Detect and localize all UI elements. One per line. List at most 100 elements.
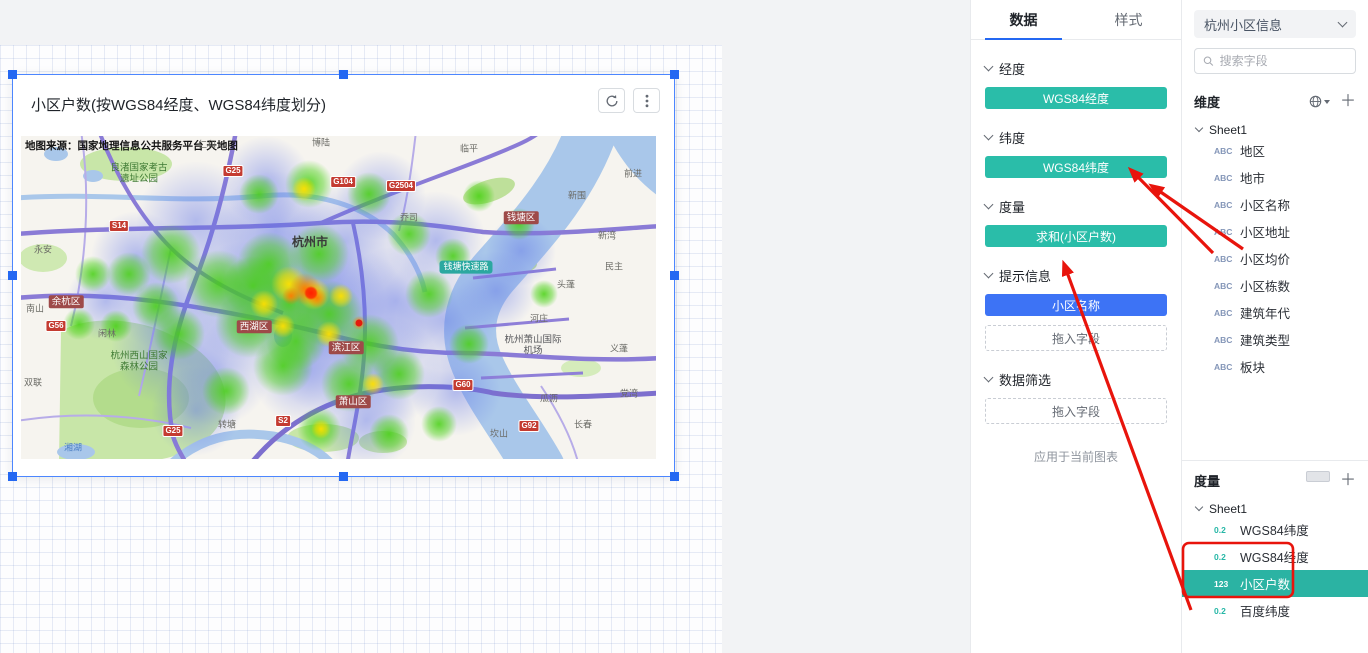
resize-handle[interactable] [8, 472, 17, 481]
map-label: 博陆 [312, 138, 330, 149]
chevron-down-icon [1195, 503, 1203, 511]
dimension-field[interactable]: ABC地区 [1194, 137, 1356, 164]
tooltip-dropzone[interactable]: 拖入字段 [985, 325, 1167, 351]
map-label: 头蓬 [557, 280, 575, 291]
map-label: G2504 [386, 180, 416, 192]
section-measure[interactable]: 度量 [985, 197, 1167, 216]
search-input[interactable] [1220, 54, 1347, 68]
map-label: 新湾 [598, 231, 616, 242]
panel-divider [1182, 460, 1368, 461]
map-label: 钱塘区 [504, 211, 539, 224]
resize-handle[interactable] [670, 472, 679, 481]
longitude-field-pill[interactable]: WGS84经度 [985, 87, 1167, 109]
map-label: 南山 [26, 304, 44, 315]
map-label: 民主 [605, 262, 623, 273]
dashboard-canvas[interactable]: 小区户数(按WGS84经度、WGS84纬度划分) [0, 0, 970, 653]
map-label: 永安 [34, 245, 52, 256]
map-label: 前进 [624, 169, 642, 180]
section-latitude[interactable]: 纬度 [985, 128, 1167, 147]
chevron-down-icon [1195, 124, 1203, 132]
map-label: G25 [162, 425, 183, 437]
filter-dropzone[interactable]: 拖入字段 [985, 398, 1167, 424]
tab-style[interactable]: 样式 [1076, 0, 1181, 39]
section-tooltip[interactable]: 提示信息 [985, 266, 1167, 285]
search-icon [1203, 55, 1214, 67]
more-menu-button[interactable] [633, 88, 660, 113]
dimensions-title: 维度 [1194, 92, 1220, 111]
refresh-icon [605, 94, 619, 108]
panel-splitter-handle[interactable] [1306, 471, 1330, 482]
map-label: 双联 [24, 378, 42, 389]
map-label: 坎山 [490, 429, 508, 440]
dimension-field[interactable]: ABC建筑类型 [1194, 326, 1356, 353]
map-label: 仁和 [198, 140, 216, 151]
dataset-selector[interactable]: 杭州小区信息 [1194, 10, 1356, 38]
geo-type-button[interactable] [1309, 95, 1330, 108]
dimension-field[interactable]: ABC小区地址 [1194, 218, 1356, 245]
map-label: G104 [330, 176, 356, 188]
map-label: 杭州西山国家 森林公园 [110, 351, 167, 374]
measure-field[interactable]: 0.2WGS84纬度 [1194, 516, 1356, 543]
measure-group[interactable]: Sheet1 [1194, 502, 1356, 516]
section-longitude[interactable]: 经度 [985, 59, 1167, 78]
resize-handle[interactable] [8, 70, 17, 79]
map-label: G60 [452, 379, 473, 391]
resize-handle[interactable] [8, 271, 17, 280]
field-search[interactable] [1194, 48, 1356, 74]
map-label: 钱塘快速路 [439, 261, 492, 274]
apply-note: 应用于当前图表 [985, 448, 1167, 465]
chevron-down-icon [984, 373, 994, 383]
measure-field-pill[interactable]: 求和(小区户数) [985, 225, 1167, 247]
chart-title: 小区户数(按WGS84经度、WGS84纬度划分) [31, 88, 326, 115]
chevron-down-icon [984, 269, 994, 279]
measures-title: 度量 [1194, 471, 1220, 490]
tooltip-field-pill[interactable]: 小区名称 [985, 294, 1167, 316]
chevron-down-icon [984, 62, 994, 72]
map-label: 长春 [574, 420, 592, 431]
section-filter[interactable]: 数据筛选 [985, 370, 1167, 389]
map-label: 转塘 [218, 420, 236, 431]
map-label: S14 [109, 220, 129, 232]
measure-field-selected[interactable]: 123小区户数 [1182, 570, 1368, 597]
heatmap-chart[interactable]: 地图来源：国家地理信息公共服务平台 天地图G25G104G2504S14G56S… [21, 136, 656, 459]
chevron-down-icon [1338, 17, 1348, 27]
latitude-field-pill[interactable]: WGS84纬度 [985, 156, 1167, 178]
map-label: 杭州萧山国际 机场 [504, 335, 561, 358]
dimension-field[interactable]: ABC小区均价 [1194, 245, 1356, 272]
map-label: 萧山区 [336, 395, 371, 408]
dimension-field[interactable]: ABC小区名称 [1194, 191, 1356, 218]
map-label: 余杭区 [49, 295, 84, 308]
bi-designer-screen: 小区户数(按WGS84经度、WGS84纬度划分) [0, 0, 1368, 653]
add-measure-icon[interactable]: ＋ [1340, 474, 1356, 488]
dimension-group[interactable]: Sheet1 [1194, 123, 1356, 137]
map-label: G92 [518, 420, 539, 432]
map-label: 临平 [460, 144, 478, 155]
refresh-button[interactable] [598, 88, 625, 113]
resize-handle[interactable] [670, 271, 679, 280]
config-tabs: 数据 样式 [971, 0, 1181, 40]
resize-handle[interactable] [339, 70, 348, 79]
measure-field[interactable]: 0.2WGS84经度 [1194, 543, 1356, 570]
map-label: S2 [275, 415, 291, 427]
map-label: 滨江区 [329, 341, 364, 354]
chart-widget[interactable]: 小区户数(按WGS84经度、WGS84纬度划分) [12, 74, 675, 477]
chart-config-panel: 数据 样式 经度 WGS84经度 纬度 WGS84纬度 度量 求和(小区户数) … [970, 0, 1181, 653]
dataset-fields-panel: 杭州小区信息 维度 ＋ Sheet [1181, 0, 1368, 653]
map-label: 闲林 [98, 329, 116, 340]
dimension-field[interactable]: ABC板块 [1194, 353, 1356, 380]
add-dimension-icon[interactable]: ＋ [1340, 95, 1356, 109]
dimension-field[interactable]: ABC小区栋数 [1194, 272, 1356, 299]
dimension-field[interactable]: ABC建筑年代 [1194, 299, 1356, 326]
resize-handle[interactable] [670, 70, 679, 79]
map-label: G56 [45, 320, 66, 332]
map-labels: 地图来源：国家地理信息公共服务平台 天地图G25G104G2504S14G56S… [21, 136, 656, 459]
dimension-field[interactable]: ABC地市 [1194, 164, 1356, 191]
globe-icon [1309, 95, 1322, 108]
map-label: 乔司 [400, 213, 418, 224]
chevron-down-icon [984, 131, 994, 141]
chevron-down-icon [984, 200, 994, 210]
map-label: G25 [222, 165, 243, 177]
measure-field[interactable]: 0.2百度纬度 [1194, 597, 1356, 624]
resize-handle[interactable] [339, 472, 348, 481]
tab-data[interactable]: 数据 [971, 0, 1076, 39]
